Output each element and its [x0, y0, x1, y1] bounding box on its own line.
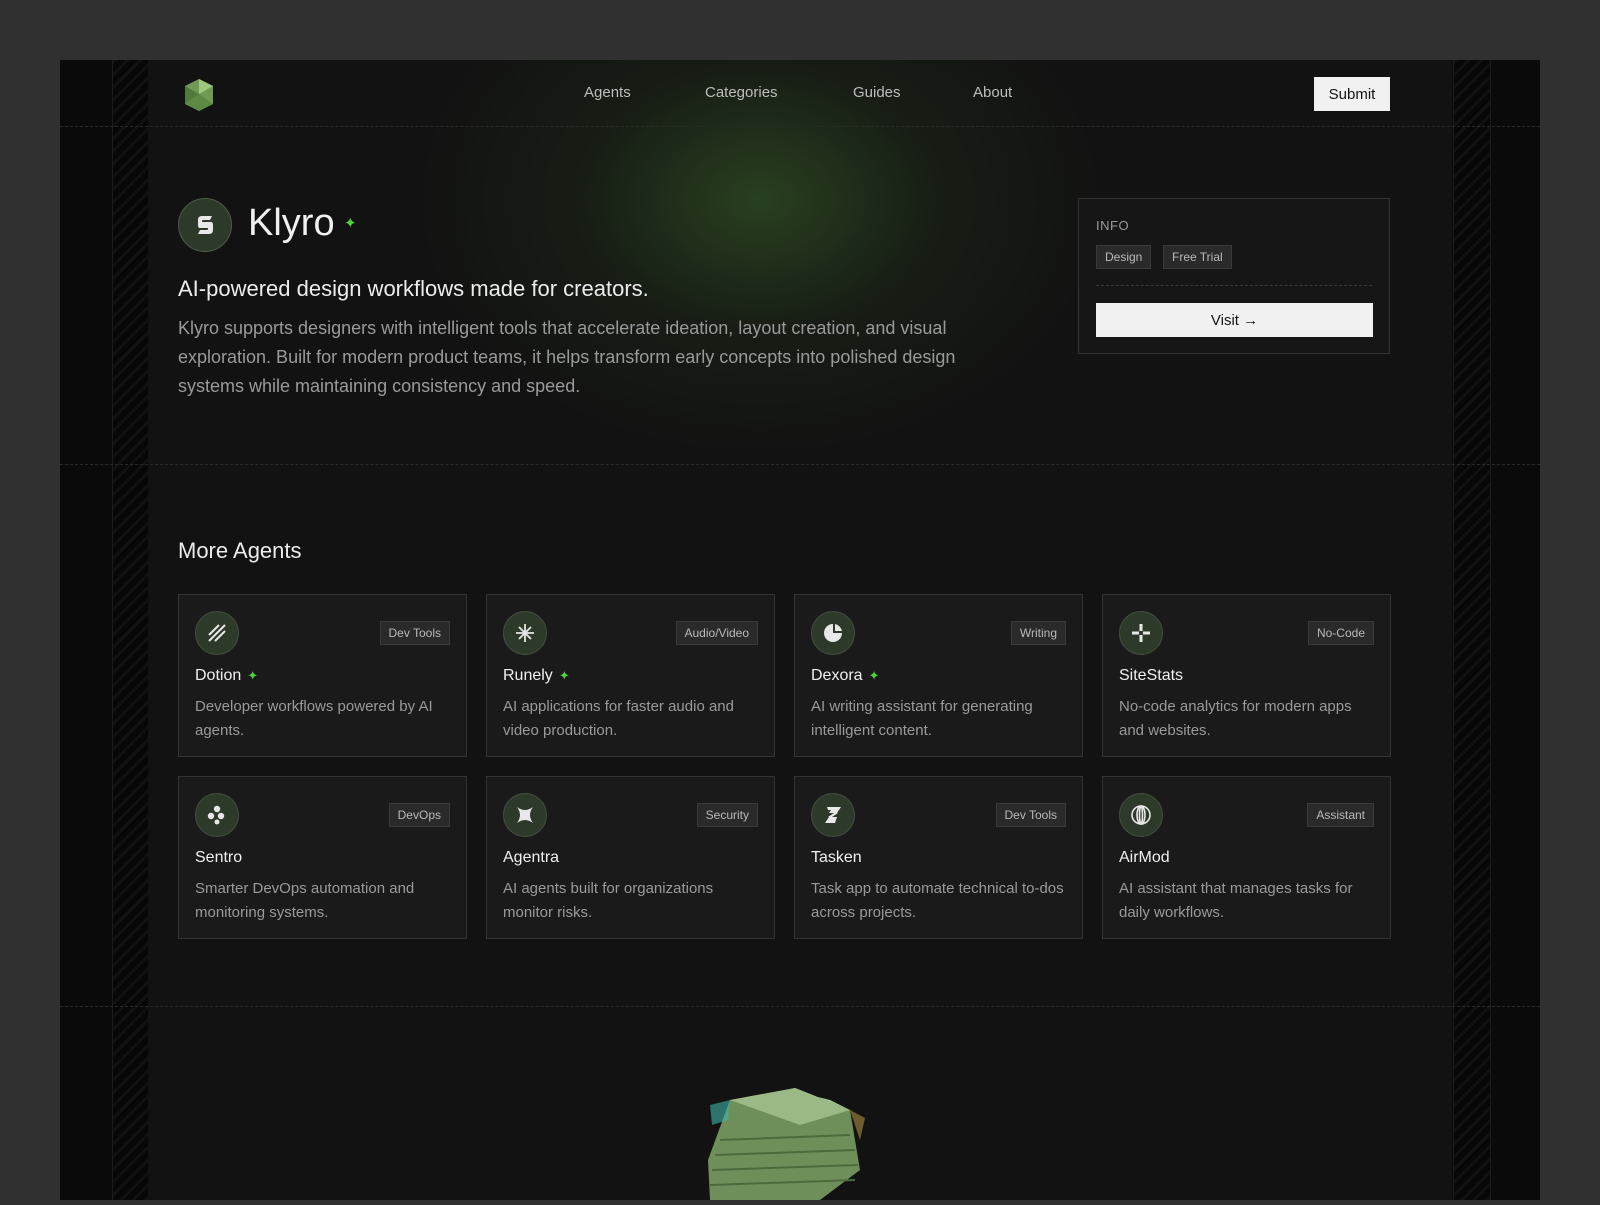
agent-card[interactable]: Dev Tools Tasken Task app to automate tech…	[794, 776, 1083, 939]
nav-link-categories[interactable]: Categories	[705, 84, 778, 101]
visit-button[interactable]: Visit →	[1096, 303, 1373, 337]
agent-name-text: Tasken	[811, 849, 862, 866]
agent-description: No-code analytics for modern apps and we…	[1119, 698, 1352, 739]
agent-name-text: AirMod	[1119, 849, 1170, 866]
agent-name-text: SiteStats	[1119, 667, 1184, 684]
category-badge: DevOps	[388, 803, 450, 827]
agent-card[interactable]: Dev Tools Dotion ✦ Developer workflows powe…	[178, 594, 467, 757]
pie-segment-icon	[811, 611, 855, 655]
agent-name-text: Agentra	[503, 849, 560, 866]
agent-name: Runely ✦	[503, 667, 570, 685]
category-badge: Assistant	[1307, 803, 1374, 827]
klyro-logo-icon	[178, 198, 232, 252]
diagonal-lines-icon	[195, 611, 239, 655]
agent-description: AI assistant that manages tasks for dail…	[1119, 880, 1353, 921]
agent-description: Klyro supports designers with intelligen…	[178, 318, 956, 396]
agent-card[interactable]: DevOps Sentro Smarter DevOps automation an…	[178, 776, 467, 939]
tag-chip[interactable]: Design	[1096, 245, 1152, 269]
category-badge: Dev Tools	[995, 803, 1066, 827]
category-badge: No-Code	[1307, 621, 1374, 645]
agent-description: AI agents built for organizations monito…	[503, 880, 714, 921]
agent-description: AI writing assistant for generating inte…	[811, 698, 1033, 739]
agent-card[interactable]: Audio/Video Runely ✦ AI applications for fa…	[486, 594, 775, 757]
divider	[60, 126, 1540, 127]
agent-name: Agentra	[503, 849, 559, 867]
agent-name: Sentro	[195, 849, 242, 867]
category-badge: Dev Tools	[379, 621, 450, 645]
submit-button[interactable]: Submit	[1314, 77, 1390, 111]
nav-link-about[interactable]: About	[973, 84, 1012, 101]
agent-name: Dotion ✦	[195, 667, 258, 685]
agent-title: Klyro	[248, 202, 335, 244]
left-rail	[112, 60, 150, 1200]
agent-tagline: AI-powered design workflows made for cre…	[178, 276, 649, 301]
category-badge: Audio/Video	[675, 621, 758, 645]
sparkle-icon: ✦	[247, 668, 259, 683]
agent-description: Developer workflows powered by AI agents…	[195, 698, 433, 739]
section-title: More Agents	[178, 538, 302, 563]
agent-name-text: Runely	[503, 667, 553, 684]
category-badge: Security	[696, 803, 758, 827]
agent-name: Dexora ✦	[811, 667, 879, 685]
sparkle-icon: ✦	[868, 668, 880, 683]
plus-split-icon	[1119, 611, 1163, 655]
agent-description: Smarter DevOps automation and monitoring…	[195, 880, 415, 921]
agent-name-text: Sentro	[195, 849, 243, 866]
divider	[60, 464, 1540, 465]
agent-card[interactable]: Writing Dexora ✦ AI writing assistant for g…	[794, 594, 1083, 757]
agent-description: Task app to automate technical to-dos ac…	[811, 880, 1064, 921]
globe-lines-icon	[1119, 793, 1163, 837]
right-rail	[1453, 60, 1491, 1200]
agent-name-text: Dexora	[811, 667, 863, 684]
agent-name-text: Dotion	[195, 667, 242, 684]
divider	[60, 1006, 1540, 1007]
agent-card[interactable]: No-Code SiteStats No-code analytics for mo…	[1102, 594, 1391, 757]
divider	[1096, 285, 1372, 286]
agent-description: AI applications for faster audio and vid…	[503, 698, 734, 739]
sparkle-icon: ✦	[558, 668, 570, 683]
agent-card[interactable]: Security Agentra AI agents built for organ…	[486, 776, 775, 939]
slash-blocks-icon	[811, 793, 855, 837]
asterisk-icon	[503, 611, 547, 655]
agent-card[interactable]: Assistant AirMod AI assistant that manages…	[1102, 776, 1391, 939]
category-badge: Writing	[1010, 621, 1066, 645]
info-label: INFO	[1096, 218, 1130, 233]
decorative-3d-art	[700, 1080, 880, 1200]
nav-link-agents[interactable]: Agents	[584, 84, 631, 101]
info-panel: INFO Design Free Trial Visit →	[1078, 198, 1390, 354]
dots-cluster-icon	[195, 793, 239, 837]
tag-chip[interactable]: Free Trial	[1163, 245, 1232, 269]
nav-link-guides[interactable]: Guides	[853, 84, 901, 101]
four-point-star-icon	[503, 793, 547, 837]
agent-name: SiteStats	[1119, 667, 1183, 685]
agent-name: Tasken	[811, 849, 862, 867]
agent-name: AirMod	[1119, 849, 1170, 867]
sparkle-icon: ✦	[344, 215, 357, 232]
